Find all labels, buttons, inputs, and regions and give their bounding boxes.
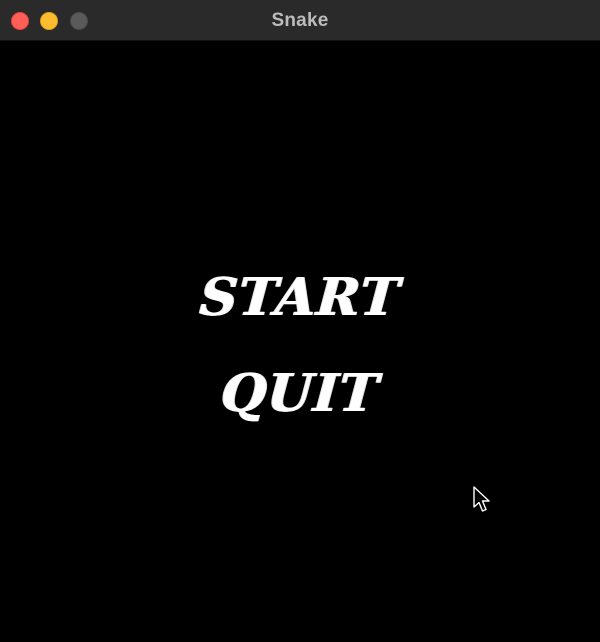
- title-bar[interactable]: Snake: [0, 0, 600, 41]
- start-button[interactable]: START: [0, 267, 600, 328]
- window-title: Snake: [271, 10, 329, 31]
- app-window: Snake START QUIT: [0, 0, 600, 642]
- arrow-pointer-icon: [473, 486, 490, 512]
- game-canvas[interactable]: START QUIT: [0, 41, 600, 642]
- quit-button[interactable]: QUIT: [0, 363, 600, 424]
